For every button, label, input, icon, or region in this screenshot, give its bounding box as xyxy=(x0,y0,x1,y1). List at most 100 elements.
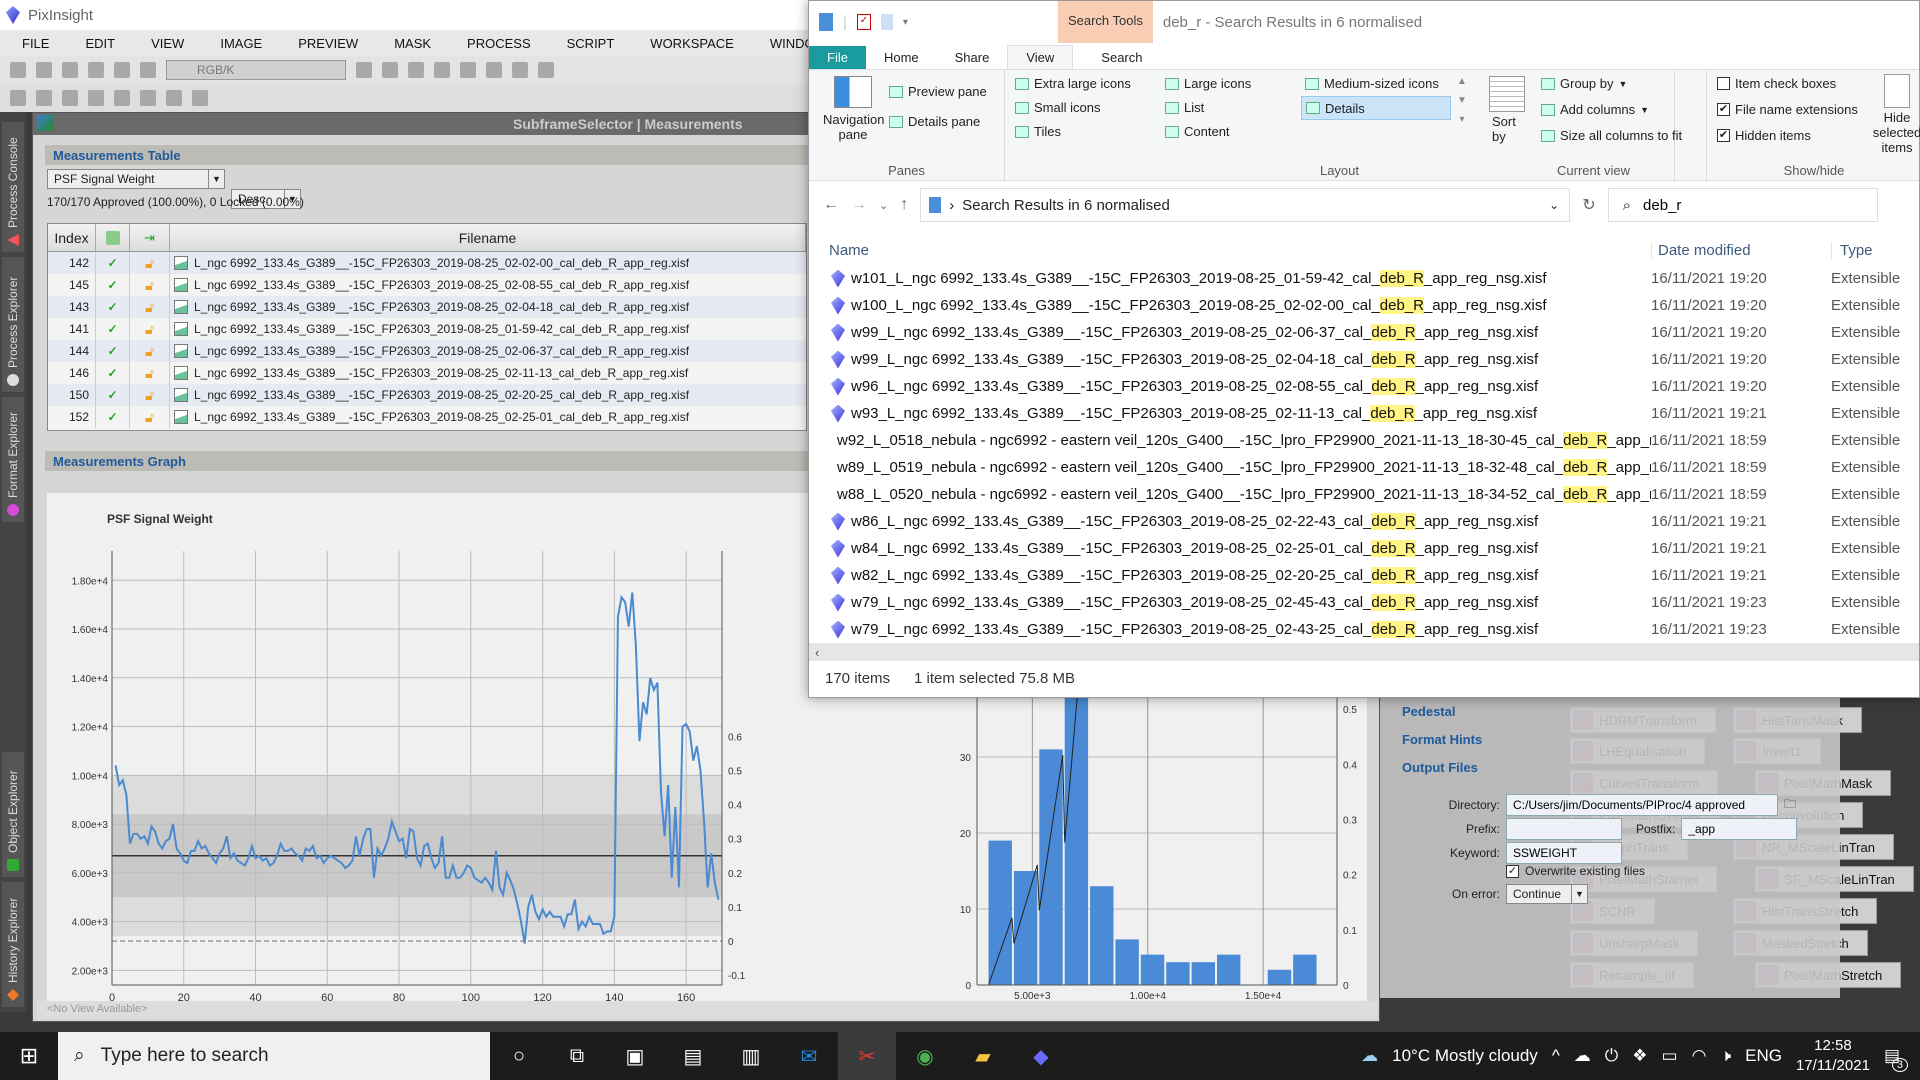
menu-process[interactable]: PROCESS xyxy=(467,36,531,51)
table-row[interactable]: 145 ✓ 🔓︎ L_ngc 6992_133.4s_G389__-15C_FP… xyxy=(48,274,806,296)
cortana-icon[interactable]: ○ xyxy=(490,1032,548,1080)
file-row[interactable]: w96_L_ngc 6992_133.4s_G389__-15C_FP26303… xyxy=(809,373,1919,400)
hidden-items-toggle[interactable]: ✔ Hidden items xyxy=(1717,128,1811,143)
edit-icon[interactable] xyxy=(36,90,52,106)
toolbar-icon[interactable] xyxy=(408,62,424,78)
menu-view[interactable]: VIEW xyxy=(151,36,184,51)
onerror-select[interactable]: Continue ▼ xyxy=(1506,884,1588,904)
language-indicator[interactable]: ENG xyxy=(1745,1046,1782,1066)
toolbar-icon[interactable] xyxy=(192,90,208,106)
redo-icon[interactable] xyxy=(36,62,52,78)
column-approved[interactable] xyxy=(96,224,130,251)
item-check-boxes-checkbox[interactable] xyxy=(1717,77,1730,90)
menu-file[interactable]: FILE xyxy=(22,36,49,51)
file-name-extensions-checkbox[interactable]: ✔ xyxy=(1717,103,1730,116)
file-row[interactable]: w93_L_ngc 6992_133.4s_G389__-15C_FP26303… xyxy=(809,400,1919,427)
explorer-titlebar[interactable]: | ✓ ▾ Search Tools deb_r - Search Result… xyxy=(809,1,1919,43)
file-row[interactable]: w86_L_ngc 6992_133.4s_G389__-15C_FP26303… xyxy=(809,508,1919,535)
preview-pane-button[interactable]: Preview pane xyxy=(889,84,987,99)
tab-file[interactable]: File xyxy=(809,46,866,69)
approved-check-icon[interactable]: ✓ xyxy=(96,406,130,428)
toolbar-icon[interactable] xyxy=(434,62,450,78)
approved-check-icon[interactable]: ✓ xyxy=(96,362,130,384)
file-row[interactable]: w100_L_ngc 6992_133.4s_G389__-15C_FP2630… xyxy=(809,292,1919,319)
scroll-up-icon[interactable]: ▲ xyxy=(1457,76,1467,87)
zoom-out-icon[interactable] xyxy=(538,62,554,78)
approved-check-icon[interactable]: ✓ xyxy=(96,318,130,340)
new-icon[interactable] xyxy=(10,90,26,106)
view-select-bar[interactable]: <No View Available> xyxy=(37,1001,1377,1019)
unlocked-icon[interactable]: 🔓︎ xyxy=(130,384,170,406)
tab-search[interactable]: Search xyxy=(1083,46,1160,69)
sort-property-select[interactable]: PSF Signal Weight ▼ xyxy=(47,169,225,189)
column-index[interactable]: Index xyxy=(48,224,96,251)
section-pedestal[interactable]: Pedestal xyxy=(1380,698,1840,726)
table-row[interactable]: 150 ✓ 🔓︎ L_ngc 6992_133.4s_G389__-15C_FP… xyxy=(48,384,806,406)
volume-muted-icon[interactable]: 🕨 xyxy=(1720,1046,1731,1066)
side-tab-format-explorer[interactable]: Format Explorer xyxy=(2,397,24,522)
file-name-extensions-toggle[interactable]: ✔ File name extensions xyxy=(1717,102,1858,117)
refresh-icon[interactable]: ↻ xyxy=(1582,195,1595,215)
file-row[interactable]: w99_L_ngc 6992_133.4s_G389__-15C_FP26303… xyxy=(809,346,1919,373)
color-space-select[interactable]: RGB/K xyxy=(166,60,346,80)
power-icon[interactable]: ⏻ xyxy=(1605,1046,1618,1066)
address-bar[interactable]: › Search Results in 6 normalised ⌄ xyxy=(920,188,1571,222)
layout-scroll[interactable]: ▲ ▼ ▾ xyxy=(1457,76,1467,125)
toolbar-icon[interactable] xyxy=(460,62,476,78)
toolbar-icon[interactable] xyxy=(88,62,104,78)
file-row[interactable]: w88_L_0520_nebula - ngc6992 - eastern ve… xyxy=(809,481,1919,508)
details-pane-button[interactable]: Details pane xyxy=(889,114,980,129)
clock[interactable]: 12:58 17/11/2021 xyxy=(1796,1036,1870,1076)
taskbar-search[interactable]: ⌕ Type here to search xyxy=(58,1032,490,1080)
side-tab-process-explorer[interactable]: Process Explorer xyxy=(2,257,24,392)
hide-selected-button[interactable]: Hide selected items xyxy=(1867,74,1920,155)
chrome-icon[interactable]: ◉ xyxy=(896,1032,954,1080)
menu-preview[interactable]: PREVIEW xyxy=(298,36,358,51)
unlocked-icon[interactable]: 🔓︎ xyxy=(130,406,170,428)
notifications-icon[interactable]: ▤ 3 xyxy=(1884,1046,1908,1072)
dropbox-icon[interactable]: ❖ xyxy=(1632,1046,1647,1066)
file-row[interactable]: w92_L_0518_nebula - ngc6992 - eastern ve… xyxy=(809,427,1919,454)
unlocked-icon[interactable]: 🔓︎ xyxy=(130,362,170,384)
side-tab-object-explorer[interactable]: Object Explorer xyxy=(2,752,24,877)
table-row[interactable]: 144 ✓ 🔓︎ L_ngc 6992_133.4s_G389__-15C_FP… xyxy=(48,340,806,362)
layout-small-icons[interactable]: Small icons xyxy=(1015,100,1100,115)
file-row[interactable]: w84_L_ngc 6992_133.4s_G389__-15C_FP26303… xyxy=(809,535,1919,562)
show-hidden-icons[interactable]: ^ xyxy=(1552,1046,1560,1066)
snipping-tool-icon[interactable]: ✂ xyxy=(838,1032,896,1080)
battery-icon[interactable]: ▭ xyxy=(1662,1046,1678,1066)
forward-icon[interactable]: → xyxy=(851,196,867,214)
file-row[interactable]: w82_L_ngc 6992_133.4s_G389__-15C_FP26303… xyxy=(809,562,1919,589)
undo-icon[interactable] xyxy=(10,62,26,78)
scroll-left-icon[interactable]: ‹ xyxy=(815,645,819,660)
app-icon[interactable]: ▤ xyxy=(664,1032,722,1080)
measurements-graph-header[interactable]: Measurements Graph xyxy=(45,451,845,471)
unlocked-icon[interactable]: 🔓︎ xyxy=(130,252,170,274)
unlocked-icon[interactable]: 🔓︎ xyxy=(130,318,170,340)
back-icon[interactable]: ← xyxy=(823,196,839,214)
keyword-input[interactable] xyxy=(1506,842,1622,864)
move-icon[interactable] xyxy=(356,62,372,78)
hidden-items-checkbox[interactable]: ✔ xyxy=(1717,129,1730,142)
section-format-hints[interactable]: Format Hints xyxy=(1380,726,1840,754)
layout-extra-large-icons[interactable]: Extra large icons xyxy=(1015,76,1131,91)
table-row[interactable]: 152 ✓ 🔓︎ L_ngc 6992_133.4s_G389__-15C_FP… xyxy=(48,406,806,428)
search-tools-context-tab[interactable]: Search Tools xyxy=(1057,1,1153,43)
tab-view[interactable]: View xyxy=(1007,45,1074,69)
menu-mask[interactable]: MASK xyxy=(394,36,431,51)
side-tab-process-console[interactable]: Process Console xyxy=(2,122,24,252)
wifi-icon[interactable]: ◠ xyxy=(1692,1046,1707,1066)
approved-check-icon[interactable]: ✓ xyxy=(96,252,130,274)
folder-icon[interactable]: 🗀 xyxy=(1784,795,1796,816)
search-box[interactable]: ⌕ xyxy=(1607,188,1878,222)
table-row[interactable]: 142 ✓ 🔓︎ L_ngc 6992_133.4s_G389__-15C_FP… xyxy=(48,252,806,274)
add-columns-button[interactable]: Add columns ▼ xyxy=(1541,102,1649,117)
pixinsight-icon[interactable]: ◆ xyxy=(1012,1032,1070,1080)
toolbar-icon[interactable] xyxy=(166,90,182,106)
approved-check-icon[interactable]: ✓ xyxy=(96,340,130,362)
new-folder-icon[interactable] xyxy=(880,14,893,30)
expand-icon[interactable]: ▾ xyxy=(1459,114,1464,125)
weather-text[interactable]: 10°C Mostly cloudy xyxy=(1392,1046,1538,1066)
section-output-files[interactable]: Output Files xyxy=(1380,754,1840,782)
recent-locations-icon[interactable]: ⌄ xyxy=(879,199,888,212)
